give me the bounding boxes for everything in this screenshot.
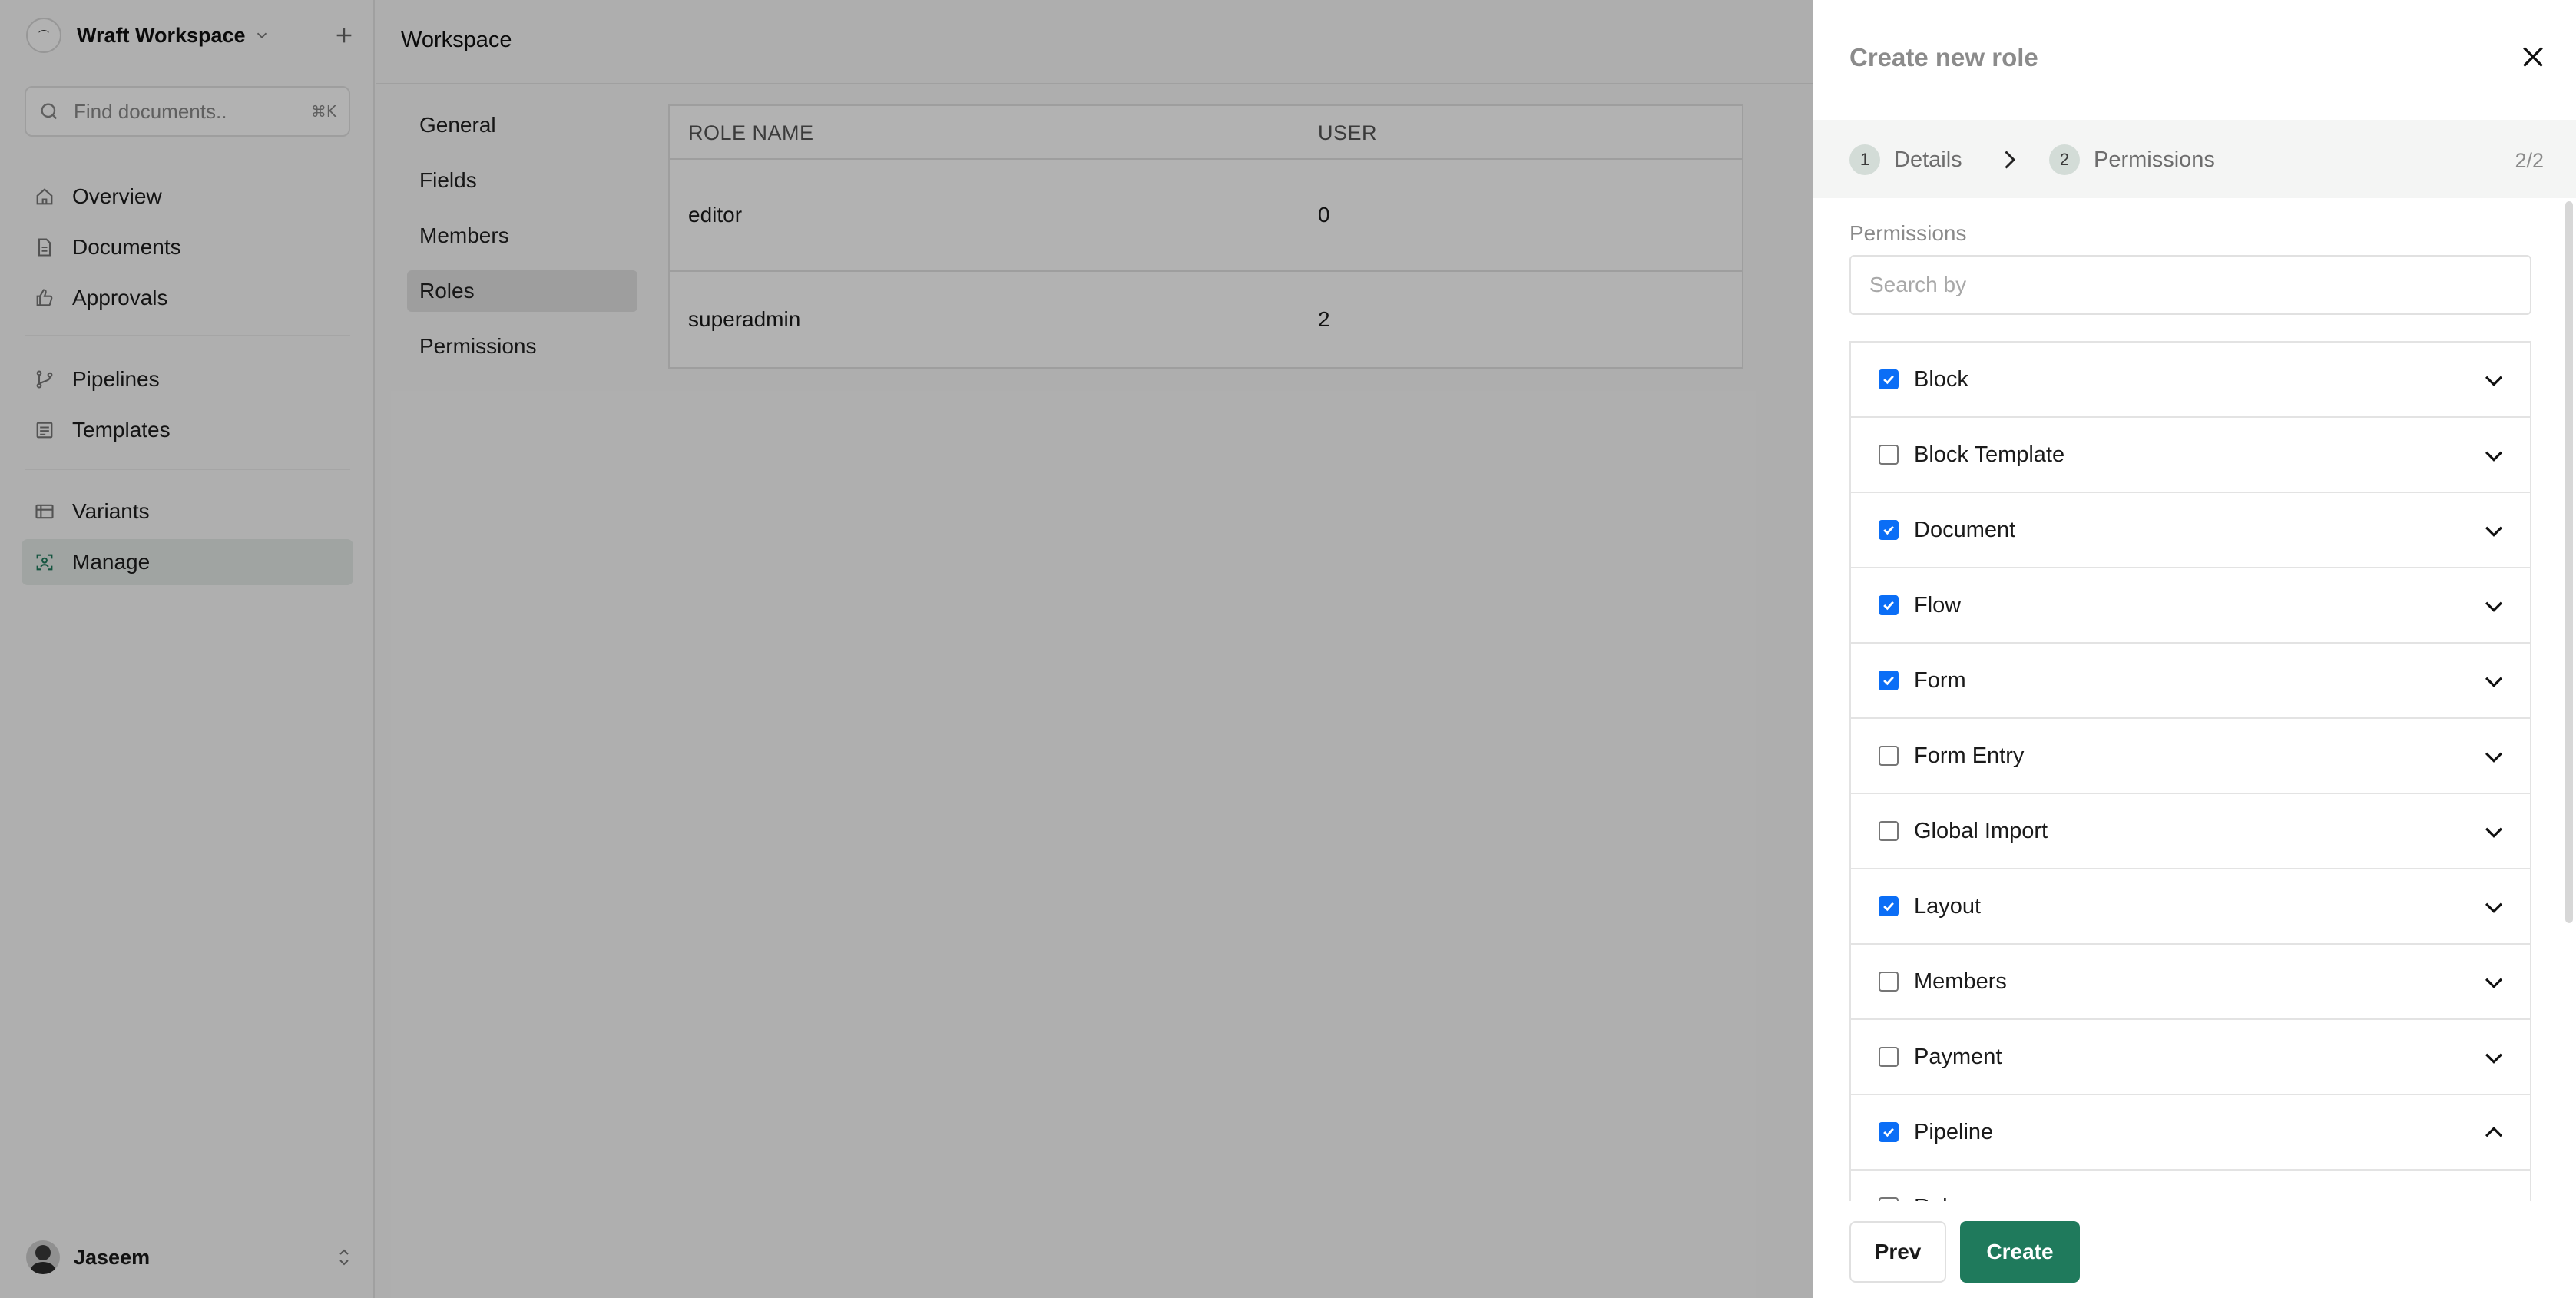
close-icon[interactable]: [2518, 41, 2548, 72]
permission-row[interactable]: Flow: [1851, 568, 2530, 644]
permission-row[interactable]: Payment: [1851, 1020, 2530, 1095]
permission-row[interactable]: Block Template: [1851, 418, 2530, 493]
permission-checkbox[interactable]: [1879, 896, 1899, 916]
create-role-drawer: Create new role 1 Details 2 Permissions …: [1813, 0, 2576, 1298]
step-label-permissions[interactable]: Permissions: [2094, 147, 2215, 173]
permission-checkbox[interactable]: [1879, 520, 1899, 540]
step-label-details[interactable]: Details: [1894, 147, 1962, 173]
chevron-down-icon[interactable]: [2481, 367, 2507, 393]
permission-name: Form Entry: [1914, 743, 2025, 768]
permission-name: Layout: [1914, 893, 1982, 919]
permission-checkbox[interactable]: [1879, 972, 1899, 992]
step-number: 1: [1849, 144, 1880, 175]
permission-name: Pipeline: [1914, 1119, 1994, 1144]
step-number: 2: [2049, 144, 2080, 175]
permission-checkbox[interactable]: [1879, 445, 1899, 465]
stepper: 1 Details 2 Permissions 2/2: [1813, 120, 2576, 198]
permission-name: Role: [1914, 1195, 1960, 1202]
chevron-up-icon[interactable]: [2481, 1120, 2507, 1146]
permission-row[interactable]: Form Entry: [1851, 719, 2530, 794]
permission-checkbox[interactable]: [1879, 1047, 1899, 1067]
permissions-label: Permissions: [1849, 221, 1967, 245]
permission-search-input[interactable]: Search by: [1849, 255, 2531, 315]
chevron-down-icon[interactable]: [2481, 668, 2507, 694]
permission-row[interactable]: Global Import: [1851, 794, 2530, 869]
permission-checkbox[interactable]: [1879, 746, 1899, 766]
permission-name: Global Import: [1914, 818, 2048, 843]
check-icon: [1883, 676, 1894, 686]
chevron-right-icon: [2005, 151, 2016, 169]
permission-checkbox[interactable]: [1879, 369, 1899, 389]
permission-name: Block: [1914, 366, 1968, 392]
permission-row[interactable]: Pipeline: [1851, 1095, 2530, 1171]
chevron-down-icon[interactable]: [2481, 819, 2507, 845]
permission-name: Flow: [1914, 592, 1962, 618]
prev-button[interactable]: Prev: [1849, 1221, 1946, 1283]
permission-list: Block Block Template Document Flow Form Form …: [1849, 341, 2531, 1201]
drawer-footer: Prev Create: [1813, 1201, 2576, 1298]
chevron-down-icon[interactable]: [2481, 593, 2507, 619]
scrollbar[interactable]: [2565, 201, 2573, 923]
chevron-down-icon[interactable]: [2481, 743, 2507, 770]
drawer-title: Create new role: [1849, 43, 2038, 71]
permission-name: Document: [1914, 517, 2016, 542]
permission-row[interactable]: Members: [1851, 945, 2530, 1020]
permission-row[interactable]: Form: [1851, 644, 2530, 719]
permission-checkbox[interactable]: [1879, 671, 1899, 690]
chevron-down-icon[interactable]: [2481, 1045, 2507, 1071]
check-icon: [1883, 1127, 1894, 1137]
permission-name: Form: [1914, 667, 1966, 693]
permission-row[interactable]: Layout: [1851, 869, 2530, 945]
create-button[interactable]: Create: [1960, 1221, 2080, 1283]
permission-name: Block Template: [1914, 442, 2065, 467]
permission-checkbox[interactable]: [1879, 595, 1899, 615]
permission-name: Payment: [1914, 1044, 2002, 1069]
permission-row[interactable]: Role: [1851, 1171, 2530, 1201]
chevron-down-icon[interactable]: [2481, 518, 2507, 544]
chevron-down-icon[interactable]: [2481, 894, 2507, 920]
check-icon: [1883, 902, 1894, 912]
chevron-down-icon[interactable]: [2481, 1195, 2507, 1201]
step-count: 2/2: [2515, 149, 2544, 172]
check-icon: [1883, 375, 1894, 385]
permission-row[interactable]: Block: [1851, 343, 2530, 418]
permission-checkbox[interactable]: [1879, 1122, 1899, 1142]
permission-row[interactable]: Document: [1851, 493, 2530, 568]
chevron-down-icon[interactable]: [2481, 969, 2507, 995]
permission-checkbox[interactable]: [1879, 821, 1899, 841]
check-icon: [1883, 601, 1894, 611]
chevron-down-icon[interactable]: [2481, 442, 2507, 469]
check-icon: [1883, 525, 1894, 535]
permission-name: Members: [1914, 969, 2007, 994]
